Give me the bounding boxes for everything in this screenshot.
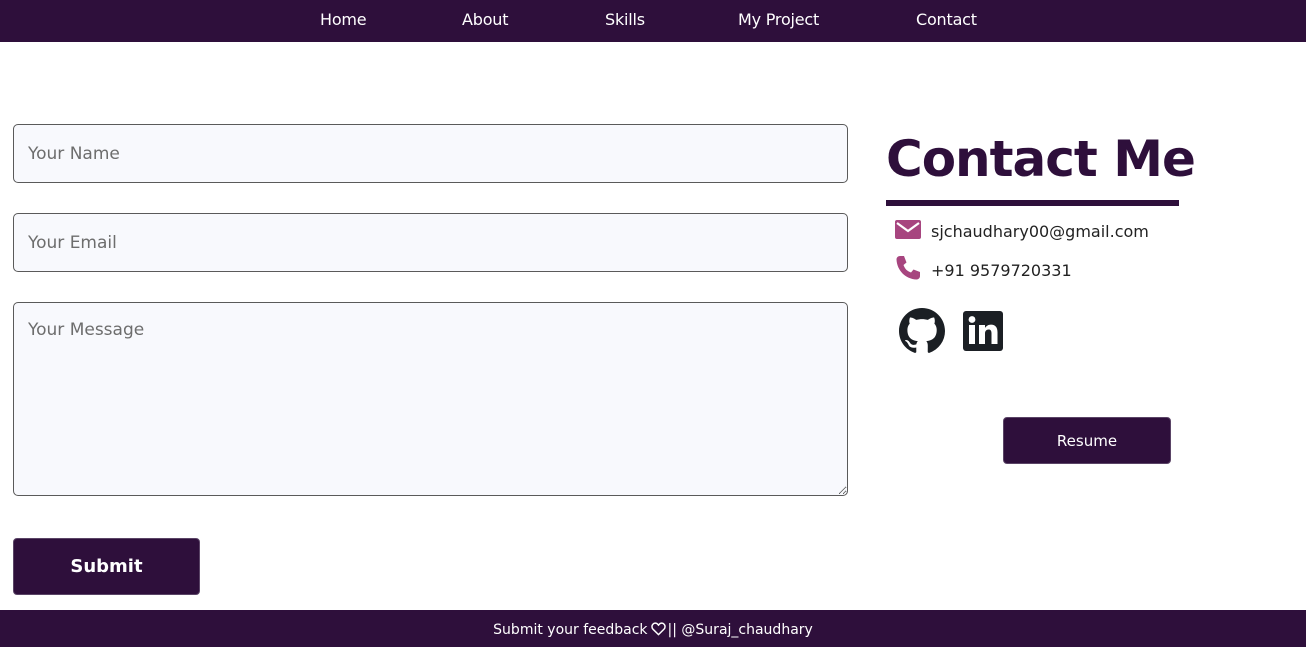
email-address-text: sjchaudhary00@gmail.com bbox=[931, 222, 1149, 241]
nav-home-link[interactable]: Home bbox=[320, 10, 367, 29]
linkedin-icon[interactable] bbox=[960, 308, 1006, 354]
footer: Submit your feedback || @Suraj_chaudhary bbox=[0, 610, 1306, 647]
github-icon[interactable] bbox=[899, 308, 945, 354]
name-input[interactable] bbox=[13, 124, 848, 183]
phone-icon bbox=[894, 254, 922, 282]
footer-separator: || bbox=[667, 622, 677, 638]
phone-number-text: +91 9579720331 bbox=[931, 261, 1072, 280]
message-textarea[interactable] bbox=[13, 302, 848, 496]
contact-title: Contact Me bbox=[886, 130, 1196, 188]
submit-button[interactable]: Submit bbox=[13, 538, 200, 595]
envelope-icon bbox=[894, 216, 922, 244]
title-underline bbox=[886, 200, 1179, 206]
nav-skills-link[interactable]: Skills bbox=[605, 10, 645, 29]
nav-about-link[interactable]: About bbox=[462, 10, 509, 29]
nav-contact-link[interactable]: Contact bbox=[916, 10, 977, 29]
email-input[interactable] bbox=[13, 213, 848, 272]
heart-icon bbox=[650, 612, 666, 652]
nav-my-project-link[interactable]: My Project bbox=[738, 10, 819, 29]
footer-handle: @Suraj_chaudhary bbox=[681, 622, 813, 638]
resume-button[interactable]: Resume bbox=[1003, 417, 1171, 464]
top-navbar: Home About Skills My Project Contact bbox=[0, 0, 1306, 42]
footer-feedback-text: Submit your feedback bbox=[493, 622, 648, 638]
